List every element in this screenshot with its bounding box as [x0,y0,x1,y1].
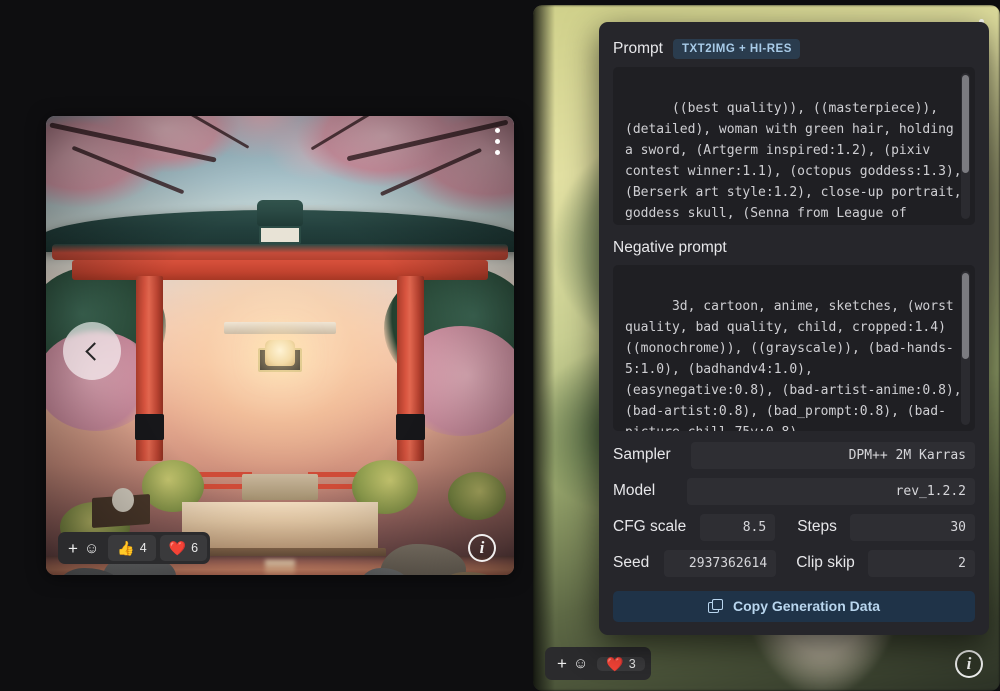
negative-prompt-header: Negative prompt [613,239,975,257]
param-row-cfg-steps: CFG scale 8.5 Steps 30 [613,513,975,541]
background-image-shade [533,5,555,691]
kebab-menu-icon[interactable] [495,128,500,155]
lightbox-root: + ☺ ❤️ 3 i + ☺ 👍 4 ❤️ 6 i Prompt TXT2IMG… [0,0,1000,691]
thumbs-up-reaction[interactable]: 👍 4 [108,535,156,561]
model-value[interactable]: rev_1.2.2 [687,477,975,505]
thumbs-up-icon: 👍 [117,540,135,556]
plus-icon: + [557,654,567,673]
info-icon[interactable]: i [955,650,983,678]
previous-image-button[interactable] [63,322,121,380]
smiley-face-icon: ☺ [83,539,100,557]
info-icon[interactable]: i [468,534,496,562]
negative-prompt-scrollbar-thumb[interactable] [962,273,969,360]
sampler-value[interactable]: DPM++ 2M Karras [690,441,975,469]
model-label: Model [613,482,656,500]
generation-data-panel: Prompt TXT2IMG + HI-RES ((best quality))… [599,22,989,635]
param-row-model: Model rev_1.2.2 [613,477,975,505]
prompt-scrollbar-track[interactable] [961,73,970,220]
copy-icon [707,598,723,614]
chevron-left-icon [84,341,104,361]
prompt-header: Prompt TXT2IMG + HI-RES [613,39,975,59]
background-info-button[interactable]: i [955,650,983,678]
steps-label: Steps [797,518,837,536]
prompt-scrollbar-thumb[interactable] [962,75,969,173]
heart-icon: ❤️ [168,540,187,556]
plus-icon: + [68,538,78,558]
prompt-textbox[interactable]: ((best quality)), ((masterpiece)), (deta… [613,67,975,226]
clip-skip-label: Clip skip [796,554,855,572]
background-reaction-bar[interactable]: + ☺ ❤️ 3 [545,647,651,680]
param-row-sampler: Sampler DPM++ 2M Karras [613,441,975,469]
heart-icon: ❤️ [606,655,624,672]
seed-label: Seed [613,554,650,572]
negative-prompt-textbox[interactable]: 3d, cartoon, anime, sketches, (worst qua… [613,265,975,431]
negative-prompt-text: 3d, cartoon, anime, sketches, (worst qua… [625,299,962,431]
cfg-scale-value[interactable]: 8.5 [700,513,776,541]
prompt-text: ((best quality)), ((masterpiece)), (deta… [625,101,962,221]
negative-prompt-scrollbar-track[interactable] [961,271,970,425]
add-reaction-button[interactable]: + ☺ [547,655,597,672]
heart-reaction-count: 6 [191,541,199,555]
heart-reaction[interactable]: ❤️ 3 [597,655,645,672]
negative-prompt-label: Negative prompt [613,239,727,257]
add-reaction-button[interactable]: + ☺ [58,532,108,564]
cfg-scale-label: CFG scale [613,518,687,536]
heart-reaction[interactable]: ❤️ 6 [159,535,208,561]
smiley-face-icon: ☺ [572,655,589,672]
heart-reaction-count: 3 [628,656,636,671]
seed-value[interactable]: 2937362614 [664,549,777,577]
steps-value[interactable]: 30 [849,513,975,541]
generation-type-badge: TXT2IMG + HI-RES [672,39,800,59]
main-image-card[interactable]: + ☺ 👍 4 ❤️ 6 i [46,116,514,575]
clip-skip-value[interactable]: 2 [867,549,975,577]
sampler-label: Sampler [613,446,671,464]
prompt-label: Prompt [613,40,663,57]
param-row-seed-clip: Seed 2937362614 Clip skip 2 [613,549,975,577]
main-reaction-bar[interactable]: + ☺ 👍 4 ❤️ 6 [58,532,211,564]
copy-generation-data-label: Copy Generation Data [732,598,881,615]
copy-generation-data-button[interactable]: Copy Generation Data [613,590,975,622]
thumbs-up-reaction-count: 4 [139,541,147,555]
